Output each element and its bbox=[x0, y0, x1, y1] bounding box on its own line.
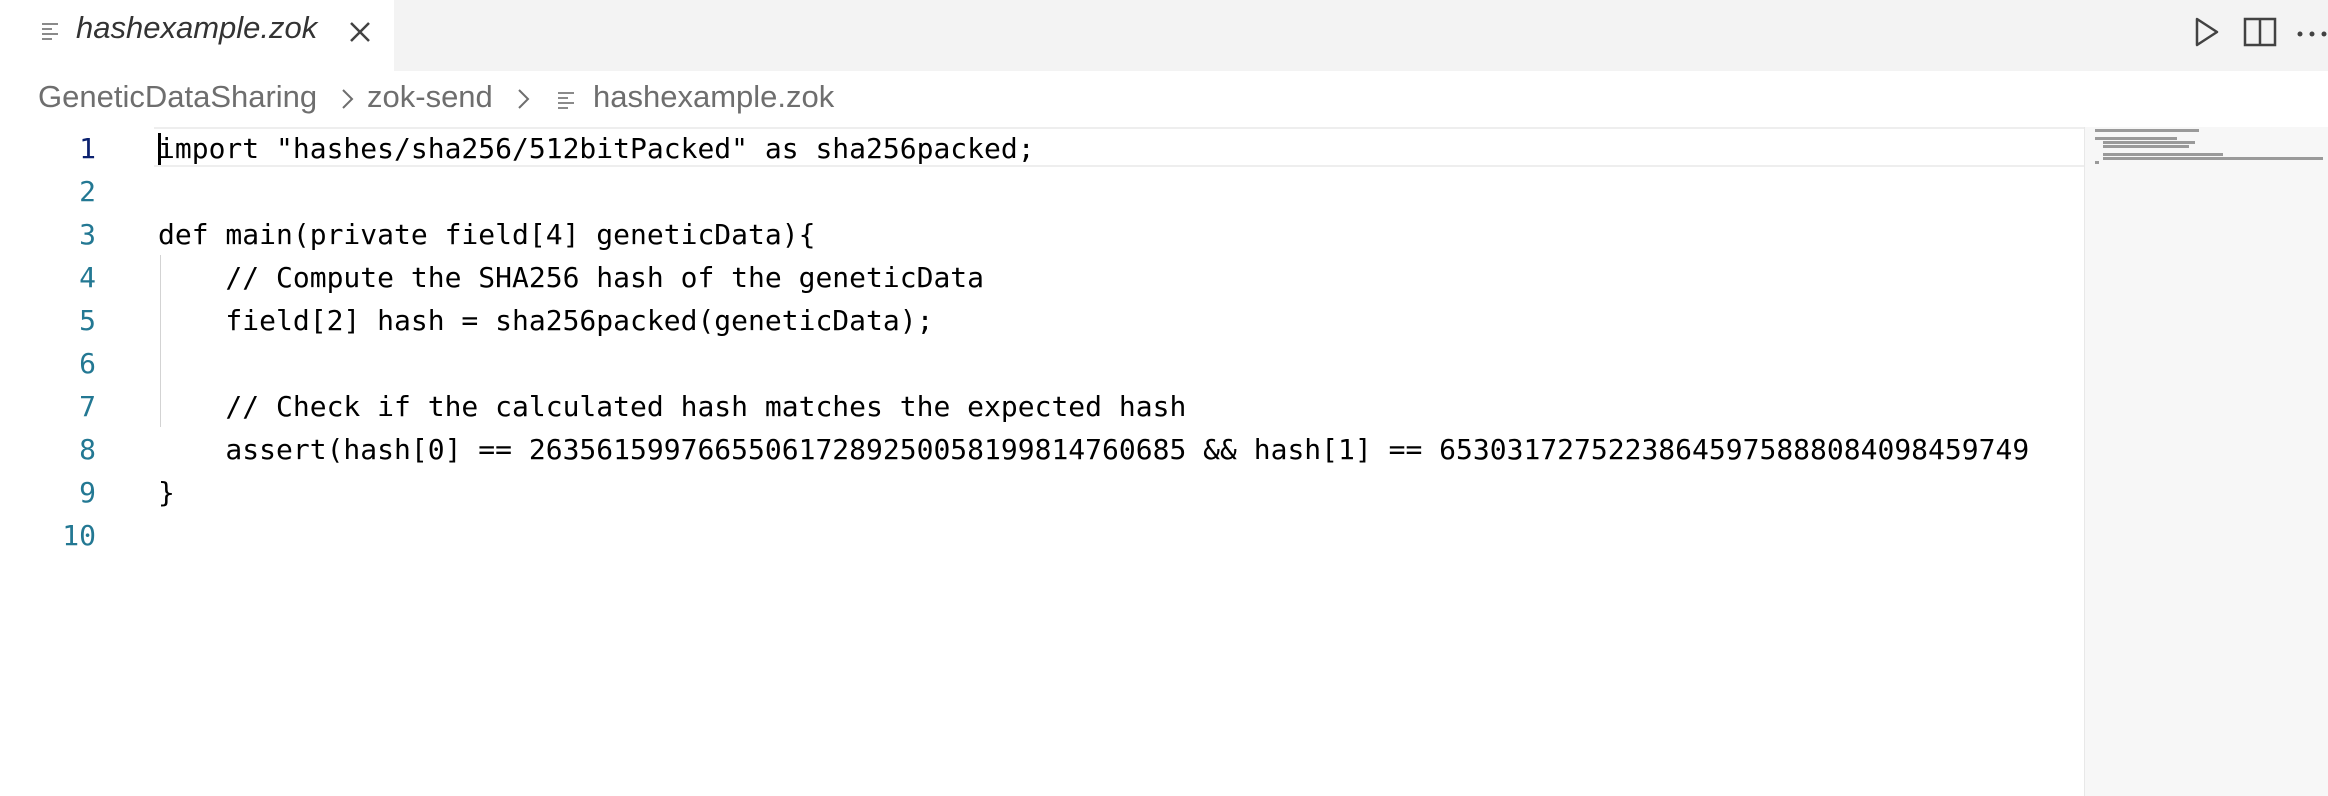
code-text: } bbox=[158, 476, 175, 509]
code-text: import "hashes/sha256/512bitPacked" as s… bbox=[158, 132, 1035, 165]
text-cursor bbox=[158, 133, 161, 165]
code-line[interactable]: 6 bbox=[0, 342, 2084, 385]
line-number: 7 bbox=[79, 390, 96, 423]
line-number: 2 bbox=[79, 175, 96, 208]
minimap-line bbox=[2103, 145, 2189, 148]
code-line[interactable]: 5 field[2] hash = sha256packed(geneticDa… bbox=[0, 299, 2084, 342]
breadcrumb-item-folder[interactable]: GeneticDataSharing bbox=[38, 79, 317, 115]
chevron-right-icon bbox=[342, 89, 354, 109]
minimap-line bbox=[2103, 157, 2323, 160]
code-text: assert(hash[0] == 2635615997665506172892… bbox=[158, 433, 2030, 466]
minimap-line bbox=[2095, 137, 2177, 140]
code-line[interactable]: 8 assert(hash[0] == 26356159976655061728… bbox=[0, 428, 2084, 471]
code-line[interactable]: 3 def main(private field[4] geneticData)… bbox=[0, 213, 2084, 256]
line-number: 6 bbox=[79, 347, 96, 380]
code-line[interactable]: 10 bbox=[0, 514, 2084, 557]
line-number: 9 bbox=[79, 476, 96, 509]
minimap-line bbox=[2103, 153, 2223, 156]
split-editor-icon[interactable] bbox=[2240, 12, 2280, 52]
line-number: 5 bbox=[79, 304, 96, 337]
minimap-line bbox=[2103, 141, 2195, 144]
minimap[interactable] bbox=[2084, 127, 2328, 796]
code-text: def main(private field[4] geneticData){ bbox=[158, 218, 816, 251]
lines-file-icon bbox=[42, 23, 58, 40]
line-number: 1 bbox=[79, 132, 96, 165]
line-number: 3 bbox=[79, 218, 96, 251]
lines-file-icon bbox=[558, 92, 574, 109]
line-number: 4 bbox=[79, 261, 96, 294]
code-text: // Compute the SHA256 hash of the geneti… bbox=[158, 261, 985, 294]
code-line[interactable]: 1 import "hashes/sha256/512bitPacked" as… bbox=[0, 127, 2084, 170]
play-icon[interactable] bbox=[2186, 12, 2226, 52]
code-line[interactable]: 7 // Check if the calculated hash matche… bbox=[0, 385, 2084, 428]
code-text: // Check if the calculated hash matches … bbox=[158, 390, 1187, 423]
ellipsis-icon[interactable] bbox=[2292, 12, 2328, 52]
line-number: 10 bbox=[62, 519, 96, 552]
code-line[interactable]: 9 } bbox=[0, 471, 2084, 514]
code-text: field[2] hash = sha256packed(geneticData… bbox=[158, 304, 934, 337]
code-editor[interactable]: 1 import "hashes/sha256/512bitPacked" as… bbox=[0, 127, 2328, 796]
chevron-right-icon bbox=[518, 89, 530, 109]
line-number: 8 bbox=[79, 433, 96, 466]
close-icon[interactable] bbox=[344, 16, 376, 48]
minimap-line bbox=[2095, 129, 2199, 132]
minimap-line bbox=[2095, 161, 2099, 164]
breadcrumb-item-file[interactable]: hashexample.zok bbox=[593, 79, 834, 115]
tab-hashexample[interactable]: hashexample.zok bbox=[0, 0, 394, 71]
breadcrumb-item-subfolder[interactable]: zok-send bbox=[367, 79, 493, 115]
tab-bar: hashexample.zok bbox=[0, 0, 2328, 71]
tab-title: hashexample.zok bbox=[76, 10, 318, 45]
code-line[interactable]: 4 // Compute the SHA256 hash of the gene… bbox=[0, 256, 2084, 299]
code-line[interactable]: 2 bbox=[0, 170, 2084, 213]
breadcrumb: GeneticDataSharing zok-send hashexample.… bbox=[0, 71, 2328, 127]
